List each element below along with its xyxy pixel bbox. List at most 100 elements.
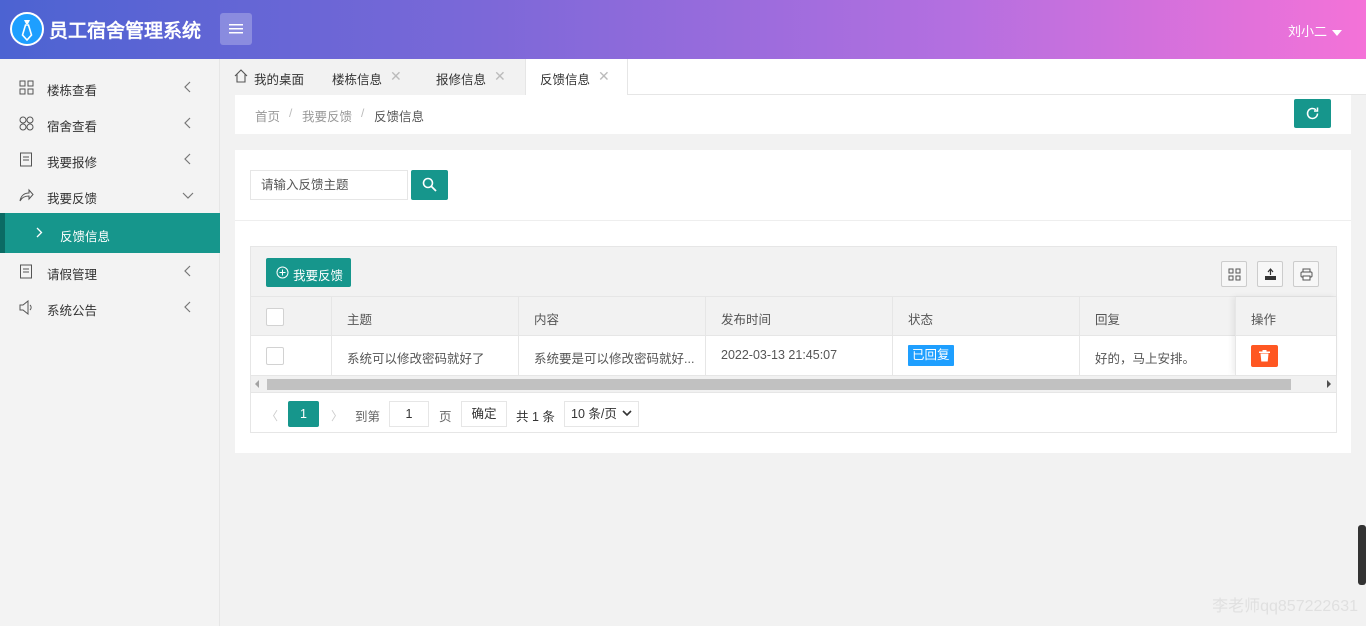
chevron-down-icon <box>622 410 632 417</box>
chevron-left-icon <box>184 117 191 129</box>
total-count: 共 1 条 <box>516 410 555 424</box>
cell-action <box>1236 336 1336 375</box>
content-card: 我要反馈 主题 内容 发布时间 状态 回复 系统可以修改密码就好了 系统要是可以… <box>235 150 1351 453</box>
tab-feedback-info[interactable]: 反馈信息 ✕ <box>525 59 628 96</box>
columns-filter-button[interactable] <box>1221 261 1247 287</box>
confirm-button[interactable]: 确定 <box>461 401 507 427</box>
horizontal-scrollbar[interactable] <box>251 375 1336 392</box>
page-unit-label: 页 <box>439 410 452 424</box>
cell-text: 好的，马上安排。 <box>1095 352 1196 366</box>
form-icon <box>20 264 32 279</box>
search-button[interactable] <box>411 170 448 200</box>
sidebar-item-label: 我要报修 <box>47 156 98 170</box>
tab-repair-info[interactable]: 报修信息 ✕ <box>424 59 524 95</box>
goto-page-input[interactable] <box>389 401 429 427</box>
caret-down-icon <box>1332 29 1342 36</box>
close-icon[interactable]: ✕ <box>494 68 506 85</box>
form-icon <box>20 152 32 167</box>
header-checkbox-cell <box>251 297 332 336</box>
sidebar-subitem-feedback-info[interactable]: 反馈信息 <box>0 213 220 253</box>
sidebar-item-repair[interactable]: 我要报修 <box>0 141 220 177</box>
header-label: 主题 <box>347 313 373 327</box>
refresh-button[interactable] <box>1294 99 1331 128</box>
fixed-action-column: 操作 <box>1235 297 1336 375</box>
cell-reply: 好的，马上安排。 <box>1080 336 1235 375</box>
speaker-icon <box>19 300 32 315</box>
columns-icon <box>1228 268 1241 281</box>
scroll-left-icon[interactable] <box>255 380 259 388</box>
row-checkbox-cell <box>251 336 332 375</box>
menu-toggle-button[interactable] <box>220 13 252 45</box>
sidebar-item-label: 请假管理 <box>47 268 98 282</box>
cell-content: 系统要是可以修改密码就好... <box>519 336 706 375</box>
active-marker <box>0 213 5 253</box>
delete-button[interactable] <box>1251 345 1278 367</box>
tab-bar: 我的桌面 楼栋信息 ✕ 报修信息 ✕ 反馈信息 ✕ <box>220 59 1366 96</box>
search-input[interactable] <box>250 170 408 200</box>
prev-page-icon[interactable]: 〈 <box>266 407 278 424</box>
status-badge: 已回复 <box>908 345 954 366</box>
tab-home[interactable]: 我的桌面 <box>220 59 320 95</box>
share-icon <box>19 188 34 202</box>
chevron-left-icon <box>184 301 191 313</box>
sidebar: 楼栋查看 宿舍查看 我要报修 我要反馈 反馈信息 请假管理 系统公告 <box>0 59 220 626</box>
header-cell-status: 状态 <box>893 297 1080 336</box>
export-icon <box>1265 268 1276 280</box>
sidebar-item-notice[interactable]: 系统公告 <box>0 289 220 325</box>
add-feedback-button[interactable]: 我要反馈 <box>266 258 351 287</box>
scroll-right-icon[interactable] <box>1327 380 1331 388</box>
cell-text: 2022-03-13 21:45:07 <box>721 348 838 362</box>
cell-status: 已回复 <box>893 336 1080 375</box>
select-all-checkbox[interactable] <box>266 308 284 326</box>
export-button[interactable] <box>1257 261 1283 287</box>
sidebar-item-label: 我要反馈 <box>47 192 98 206</box>
close-icon[interactable]: ✕ <box>598 68 610 85</box>
breadcrumb-home[interactable]: 首页 <box>255 106 280 125</box>
breadcrumb-feedback[interactable]: 我要反馈 <box>302 106 352 125</box>
table-toolbar: 我要反馈 <box>251 247 1336 297</box>
tab-label: 报修信息 <box>436 73 487 87</box>
sidebar-subitem-label: 反馈信息 <box>60 230 111 244</box>
add-feedback-label: 我要反馈 <box>293 269 344 283</box>
grid-icon <box>19 80 34 95</box>
cell-text: 系统要是可以修改密码就好... <box>534 352 695 366</box>
plus-circle-icon <box>276 266 289 279</box>
user-name: 刘小二 <box>1287 24 1327 39</box>
clover-icon <box>19 116 34 131</box>
sidebar-item-leave[interactable]: 请假管理 <box>0 253 220 289</box>
scrollbar-thumb[interactable] <box>267 379 1291 390</box>
tie-logo-icon <box>10 12 44 46</box>
home-icon <box>234 69 248 83</box>
row-checkbox[interactable] <box>266 347 284 365</box>
print-button[interactable] <box>1293 261 1319 287</box>
page-current[interactable]: 1 <box>288 401 319 427</box>
tab-label: 楼栋信息 <box>332 73 383 87</box>
header-cell-time: 发布时间 <box>706 297 893 336</box>
goto-label: 到第 <box>355 410 381 424</box>
edge-widget <box>1358 525 1366 585</box>
sidebar-item-feedback[interactable]: 我要反馈 <box>0 177 220 213</box>
chevron-down-icon <box>182 192 194 199</box>
chevron-left-icon <box>184 265 191 277</box>
refresh-icon <box>1306 107 1319 120</box>
header-label: 回复 <box>1095 313 1121 327</box>
cell-subject: 系统可以修改密码就好了 <box>332 336 519 375</box>
chevron-right-icon <box>36 227 43 238</box>
close-icon[interactable]: ✕ <box>390 68 402 85</box>
header-label: 状态 <box>908 313 934 327</box>
pagination: 〈 1 〉 到第 页 确定 共 1 条 10 条/页 <box>251 392 1336 432</box>
sidebar-item-dorm[interactable]: 宿舍查看 <box>0 105 220 141</box>
tab-building-info[interactable]: 楼栋信息 ✕ <box>320 59 420 95</box>
chevron-left-icon <box>184 81 191 93</box>
watermark: 李老师qq857222631 <box>1212 598 1358 615</box>
tab-label: 我的桌面 <box>254 73 305 87</box>
user-menu[interactable]: 刘小二 <box>1288 21 1342 40</box>
header-cell-subject: 主题 <box>332 297 519 336</box>
data-table: 我要反馈 主题 内容 发布时间 状态 回复 系统可以修改密码就好了 系统要是可以… <box>250 246 1337 433</box>
header-label: 发布时间 <box>721 313 772 327</box>
table-row: 系统可以修改密码就好了 系统要是可以修改密码就好... 2022-03-13 2… <box>251 336 1336 375</box>
search-icon <box>422 177 437 192</box>
next-page-icon[interactable]: 〉 <box>331 407 343 424</box>
sidebar-item-building[interactable]: 楼栋查看 <box>0 69 220 105</box>
page-size-select[interactable]: 10 条/页 <box>564 401 639 427</box>
